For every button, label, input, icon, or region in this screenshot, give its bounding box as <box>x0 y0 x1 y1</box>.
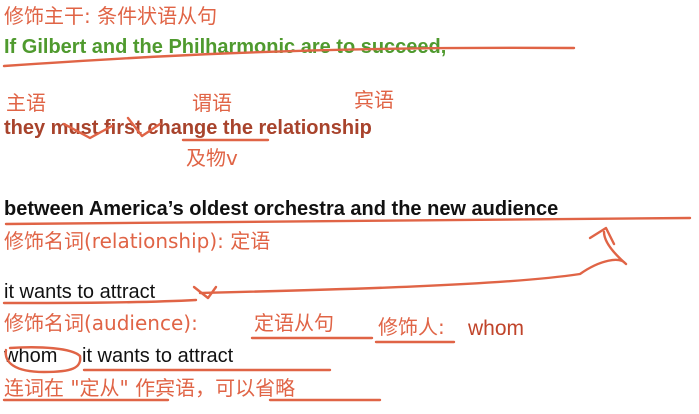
heading-note: 修饰主干: 条件状语从句 <box>4 4 218 28</box>
label-transitive-verb: 及物v <box>186 146 238 170</box>
sentence-main-clause: they must first change the relationship <box>4 117 372 139</box>
sentence-between-phrase: between America’s oldest orchestra and t… <box>4 198 559 220</box>
relative-clause-text: it wants to attract <box>4 281 156 303</box>
check-mark-clause <box>192 285 218 300</box>
full-clause-rest: it wants to attract <box>82 345 234 367</box>
note-attributive: 修饰名词(relationship): 定语 <box>4 229 271 253</box>
sentence-condition-clause: If Gilbert and the Philharmonic are to s… <box>4 36 447 58</box>
note-conjunction-omission: 连词在 "定从" 作宾语，可以省略 <box>4 376 296 400</box>
arrow-head <box>588 226 616 246</box>
label-predicate: 谓语 <box>192 91 232 115</box>
full-clause-whom: whom <box>4 345 58 367</box>
note-modifies-audience: 修饰名词(audience): <box>4 311 198 335</box>
note-whom: whom <box>468 317 525 340</box>
note-relative-clause: 定语从句 <box>254 311 334 335</box>
label-object: 宾语 <box>354 88 394 112</box>
note-modifies-person: 修饰人: <box>378 315 445 339</box>
label-subject: 主语 <box>6 91 46 115</box>
